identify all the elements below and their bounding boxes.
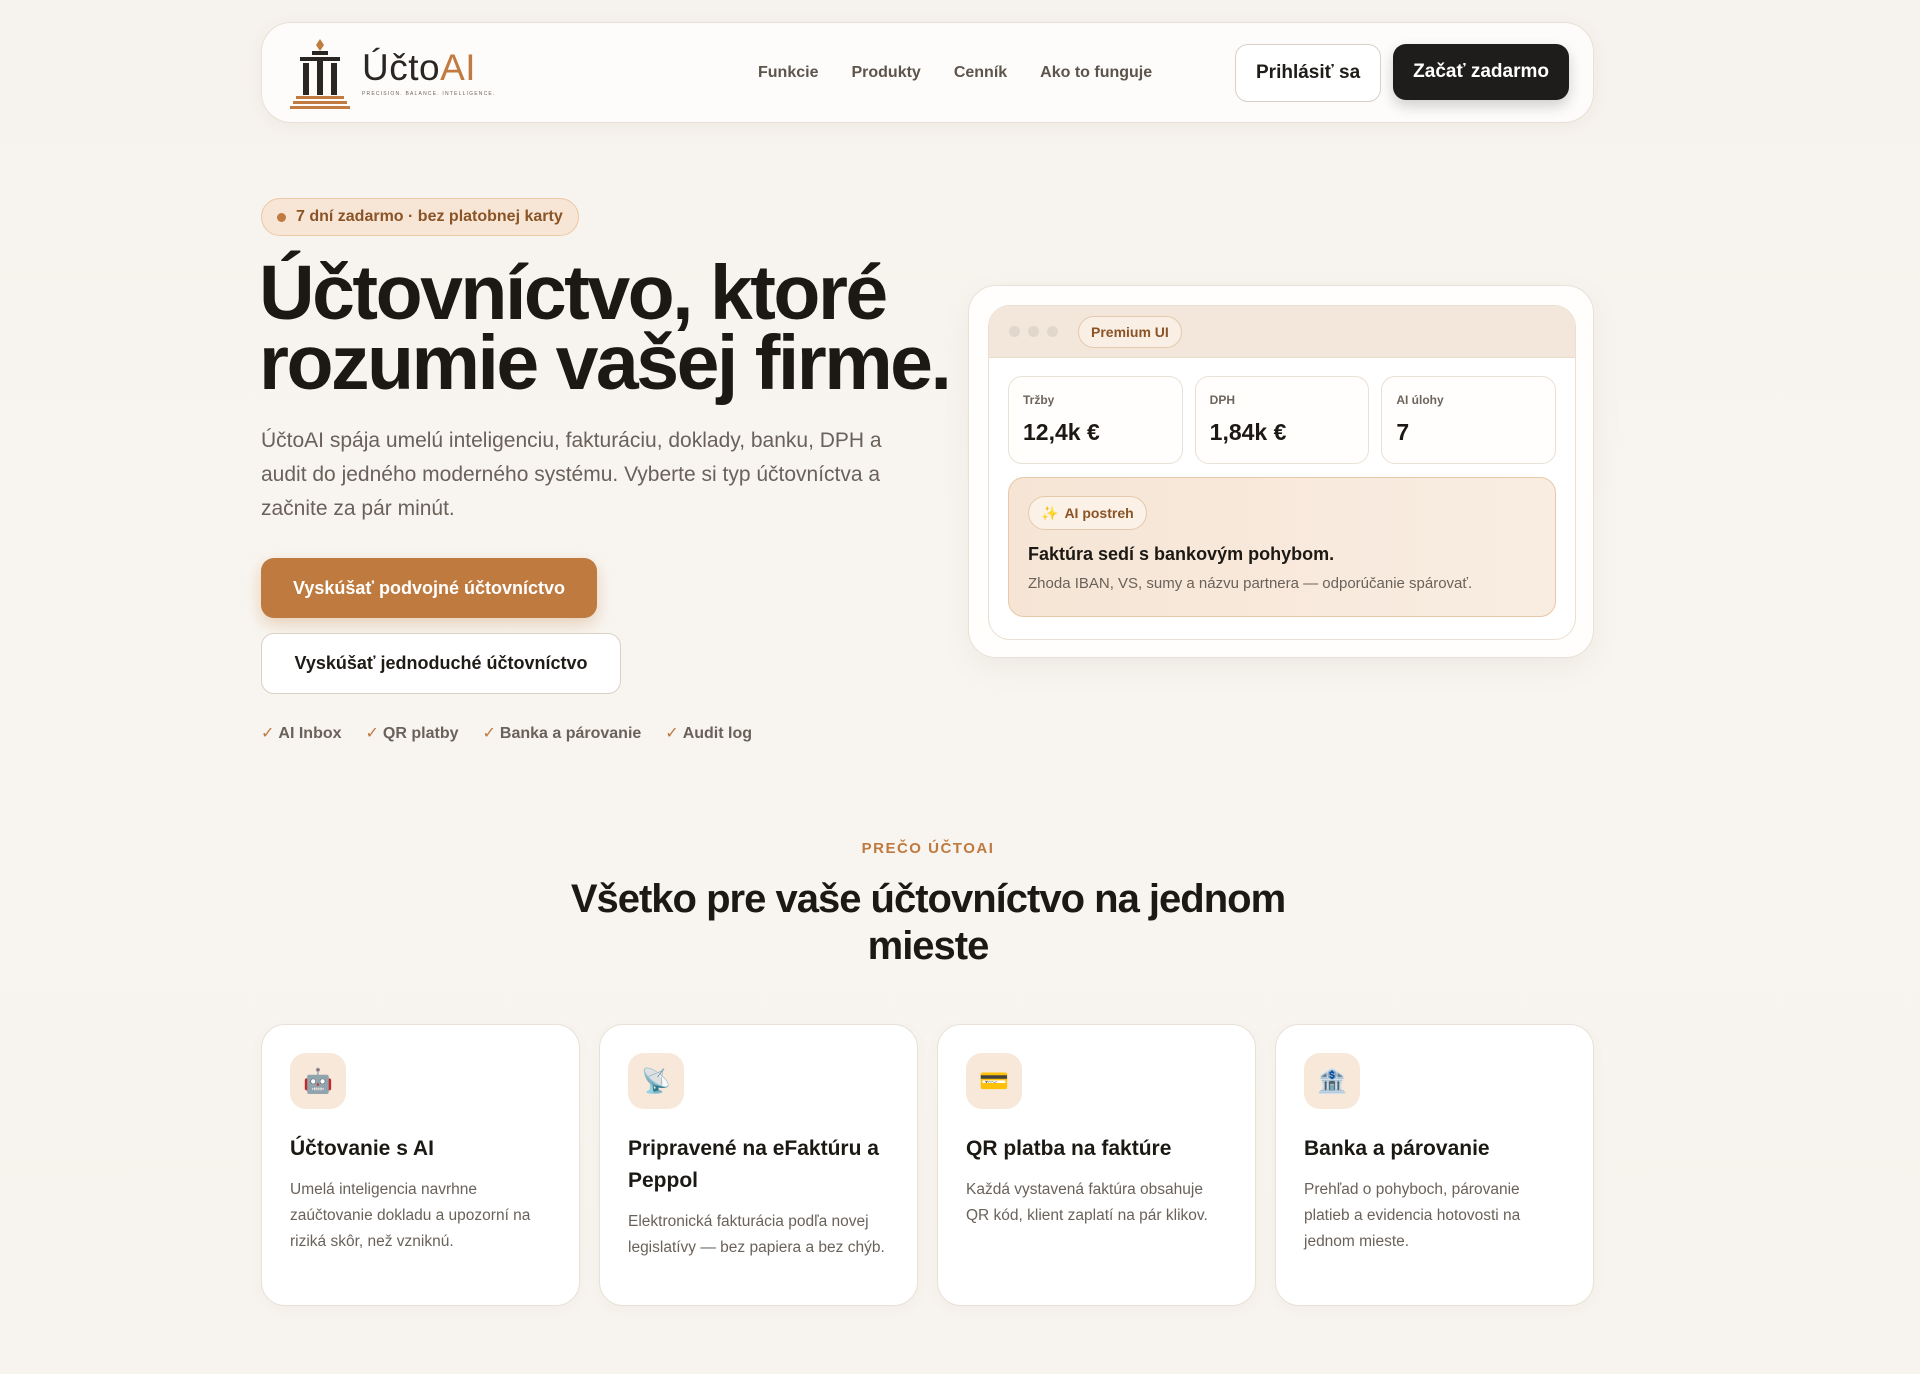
feature-card-ai: 🤖 Účtovanie s AI Umelá inteligencia navr… bbox=[261, 1024, 580, 1306]
nav-actions: Prihlásiť sa Začať zadarmo bbox=[1235, 43, 1569, 102]
feature-check-item: ✓ AI Inbox bbox=[261, 725, 342, 742]
app-preview-card: Premium UI Tržby 12,4k € DPH 1,84k € AI … bbox=[968, 285, 1594, 658]
pillars-logo-icon bbox=[290, 38, 350, 109]
feature-check-item: ✓ Banka a párovanie bbox=[482, 725, 642, 742]
badge-dot-icon bbox=[277, 212, 286, 222]
checkmark-icon: ✓ bbox=[261, 725, 275, 742]
ai-insight-panel: ✨ AI postreh Faktúra sedí s bankovým poh… bbox=[1008, 477, 1556, 617]
window-dot-icon bbox=[1028, 326, 1039, 337]
main-menu: Funkcie Produkty Cenník Ako to funguje bbox=[758, 64, 1152, 82]
nav-link-produkty[interactable]: Produkty bbox=[851, 64, 920, 82]
checkmark-icon: ✓ bbox=[482, 725, 496, 742]
feature-checklist: ✓ AI Inbox ✓ QR platby ✓ Banka a párovanie … bbox=[261, 723, 752, 743]
login-button[interactable]: Prihlásiť sa bbox=[1235, 43, 1382, 102]
feature-cards: 🤖 Účtovanie s AI Umelá inteligencia navr… bbox=[261, 1024, 1594, 1306]
feature-check-item: ✓ Audit log bbox=[665, 725, 753, 742]
checkmark-icon: ✓ bbox=[365, 725, 379, 742]
feature-card-efaktura: 📡 Pripravené na eFaktúru a Peppol Elektr… bbox=[599, 1024, 918, 1306]
feature-card-qr: 💳 QR platba na faktúre Každá vystavená f… bbox=[937, 1024, 1256, 1306]
window-titlebar: Premium UI bbox=[989, 306, 1575, 358]
credit-card-icon: 💳 bbox=[966, 1053, 1022, 1109]
hero-title: Účtovníctvo, ktoré rozumie vašej firme. bbox=[259, 250, 952, 406]
nav-link-funkcie[interactable]: Funkcie bbox=[758, 64, 818, 82]
brand-tagline: PRECISION. BALANCE. INTELLIGENCE. bbox=[362, 90, 496, 97]
bank-icon: 🏦 bbox=[1304, 1053, 1360, 1109]
try-double-entry-button[interactable]: Vyskúšať podvojné účtovníctvo bbox=[261, 558, 597, 618]
brand-logo[interactable]: ÚčtoAI PRECISION. BALANCE. INTELLIGENCE. bbox=[290, 37, 690, 109]
brand-name: ÚčtoAI bbox=[362, 46, 477, 88]
ai-insight-pill: ✨ AI postreh bbox=[1028, 496, 1147, 530]
stat-card-dph: DPH 1,84k € bbox=[1194, 376, 1370, 464]
start-free-button[interactable]: Začať zadarmo bbox=[1393, 43, 1569, 100]
section-eyebrow: PREČO ÚČTOAI bbox=[861, 840, 995, 857]
top-navbar: ÚčtoAI PRECISION. BALANCE. INTELLIGENCE.… bbox=[261, 22, 1594, 123]
app-preview-window: Premium UI Tržby 12,4k € DPH 1,84k € AI … bbox=[988, 305, 1576, 640]
premium-ui-pill: Premium UI bbox=[1078, 315, 1182, 348]
insight-title: Faktúra sedí s bankovým pohybom. bbox=[1028, 544, 1335, 564]
window-dot-icon bbox=[1009, 326, 1020, 337]
hero-subtitle: ÚčtoAI spája umelú inteligenciu, fakturá… bbox=[261, 429, 882, 520]
robot-icon: 🤖 bbox=[290, 1053, 346, 1109]
stats-row: Tržby 12,4k € DPH 1,84k € AI úlohy 7 bbox=[989, 358, 1575, 464]
feature-check-item: ✓ QR platby bbox=[365, 725, 459, 742]
nav-link-ako-to-funguje[interactable]: Ako to funguje bbox=[1040, 64, 1152, 82]
window-dot-icon bbox=[1047, 326, 1058, 337]
stat-card-trzby: Tržby 12,4k € bbox=[1008, 376, 1183, 464]
try-single-entry-button[interactable]: Vyskúšať jednoduché účtovníctvo bbox=[261, 633, 621, 694]
section-title: Všetko pre vaše účtovníctvo na jednom mi… bbox=[570, 877, 1286, 968]
insight-text: Zhoda IBAN, VS, sumy a názvu partnera — … bbox=[1028, 575, 1473, 592]
checkmark-icon: ✓ bbox=[665, 725, 679, 742]
nav-link-cennik[interactable]: Cenník bbox=[954, 64, 1007, 82]
satellite-dish-icon: 📡 bbox=[628, 1053, 684, 1109]
stat-card-ai-ulohy: AI úlohy 7 bbox=[1381, 376, 1557, 464]
sparkle-icon: ✨ bbox=[1041, 504, 1059, 521]
trial-badge: 7 dní zadarmo · bez platobnej karty bbox=[261, 198, 579, 236]
feature-card-bank: 🏦 Banka a párovanie Prehľad o pohyboch, … bbox=[1275, 1024, 1594, 1306]
